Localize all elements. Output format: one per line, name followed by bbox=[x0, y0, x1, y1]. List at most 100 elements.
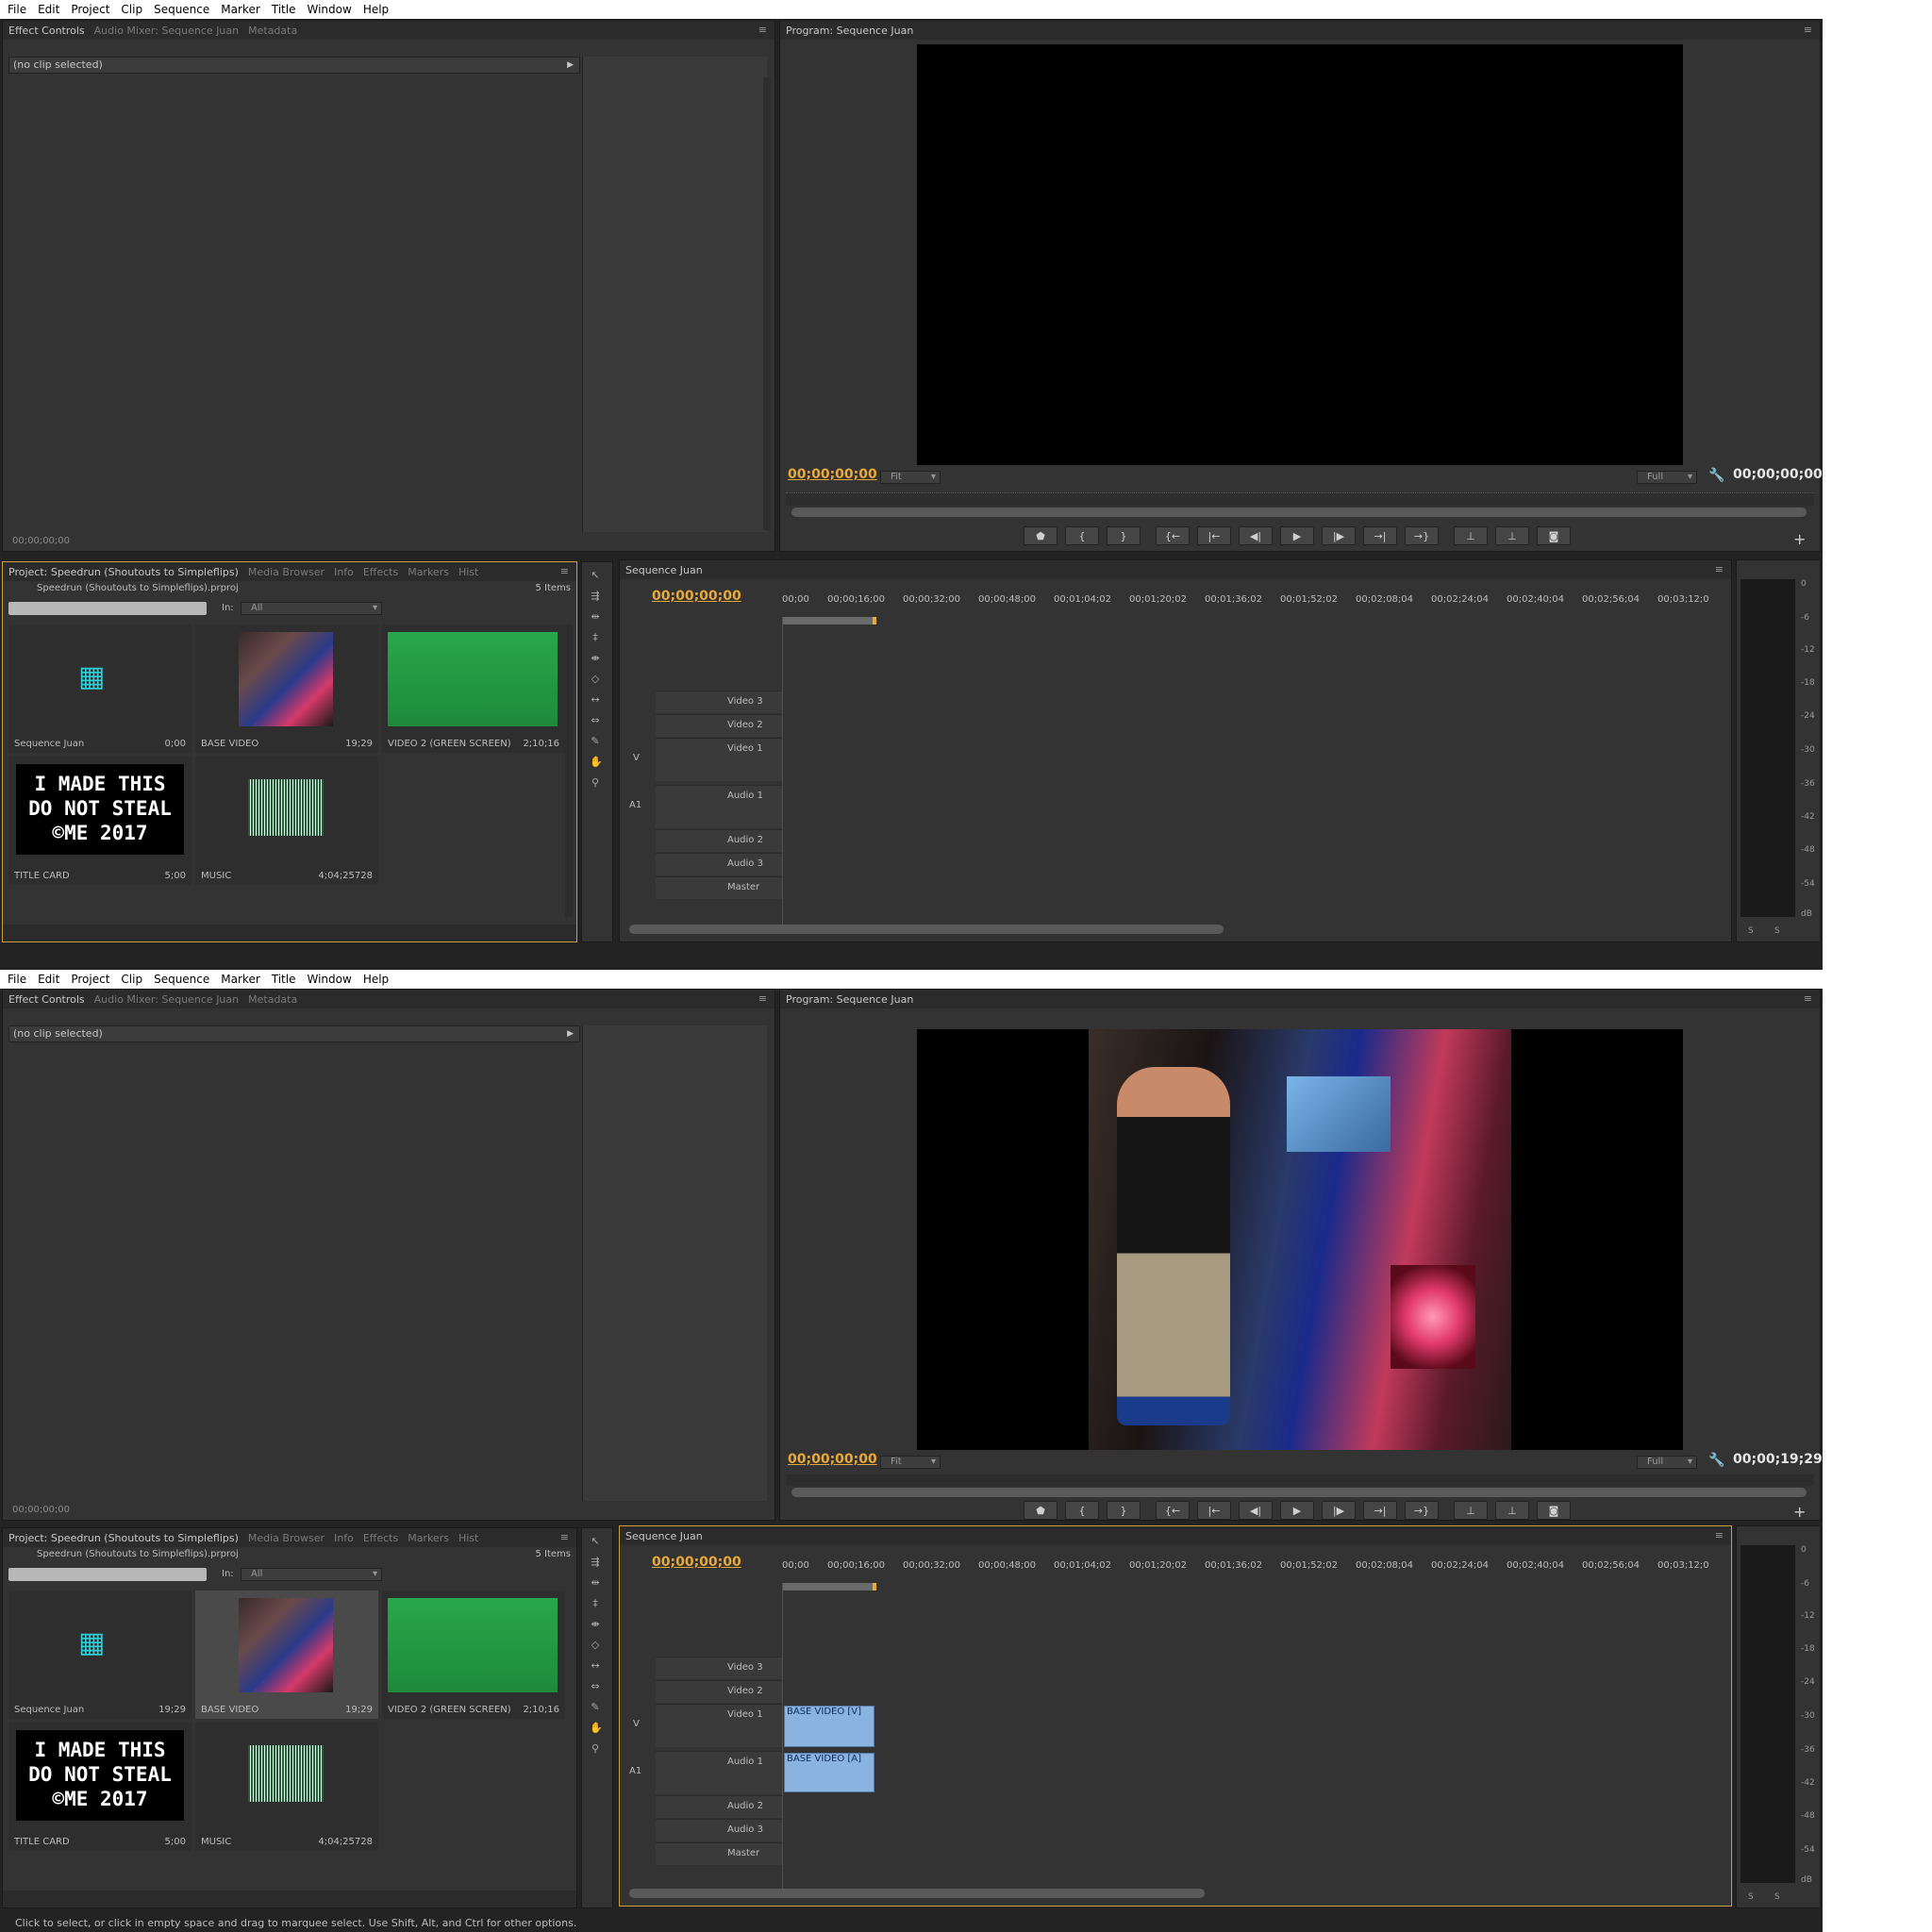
lift-button[interactable]: ⊥ bbox=[1454, 1501, 1488, 1520]
project-scrollbar[interactable] bbox=[565, 625, 573, 917]
mark-out-button[interactable]: } bbox=[1107, 1501, 1141, 1520]
go-to-out-button[interactable]: →} bbox=[1405, 1501, 1439, 1520]
timeline-h-scrollbar[interactable] bbox=[629, 1889, 1205, 1898]
project-item-music[interactable]: MUSIC 4;04;25728 bbox=[195, 757, 378, 885]
panel-menu-icon[interactable]: ≡ bbox=[758, 992, 767, 1005]
menu-file[interactable]: File bbox=[8, 973, 26, 986]
slip-tool-icon[interactable]: ↔ bbox=[590, 1660, 601, 1672]
tab-sequence[interactable]: Sequence Juan bbox=[625, 1530, 703, 1542]
wrench-icon[interactable]: 🔧 bbox=[1708, 468, 1724, 483]
clip-base-video-a[interactable]: BASE VIDEO [A] bbox=[784, 1753, 874, 1792]
step-back-button[interactable]: ◀| bbox=[1239, 526, 1273, 545]
panel-menu-icon[interactable]: ≡ bbox=[560, 1531, 569, 1543]
project-item-title-card[interactable]: I MADE THIS DO NOT STEAL ©ME 2017 TITLE … bbox=[8, 1723, 192, 1851]
program-zoom-bar[interactable] bbox=[791, 508, 1807, 517]
time-ruler[interactable]: 00;00 00;00;16;00 00;00;32;00 00;00;48;0… bbox=[780, 1560, 1724, 1598]
play-button[interactable]: ▶ bbox=[1280, 1501, 1314, 1520]
tab-markers[interactable]: Markers bbox=[408, 1532, 449, 1544]
tab-program[interactable]: Program: Sequence Juan bbox=[786, 993, 913, 1006]
lift-button[interactable]: ⊥ bbox=[1454, 526, 1488, 545]
rate-stretch-tool-icon[interactable]: ⇼ bbox=[590, 653, 601, 664]
menu-marker[interactable]: Marker bbox=[221, 3, 259, 16]
mark-in-button[interactable]: { bbox=[1065, 526, 1099, 545]
menu-title[interactable]: Title bbox=[272, 973, 296, 986]
program-in-timecode[interactable]: 00;00;00;00 bbox=[788, 1452, 877, 1467]
menu-edit[interactable]: Edit bbox=[38, 3, 59, 16]
project-item-base-video[interactable]: BASE VIDEO 19;29 bbox=[195, 1591, 378, 1719]
solo-button[interactable]: S bbox=[1748, 1892, 1754, 1902]
menu-window[interactable]: Window bbox=[307, 3, 351, 16]
source-v-label[interactable]: V bbox=[633, 1719, 640, 1729]
tab-effect-controls[interactable]: Effect Controls bbox=[8, 993, 85, 1006]
step-forward-button[interactable]: |▶ bbox=[1322, 526, 1356, 545]
rolling-edit-tool-icon[interactable]: ‡ bbox=[590, 1598, 601, 1609]
zoom-tool-icon[interactable]: ⚲ bbox=[590, 777, 601, 789]
project-item-sequence[interactable]: ▦ Sequence Juan 0;00 bbox=[8, 625, 192, 753]
play-button[interactable]: ▶ bbox=[1280, 526, 1314, 545]
hand-tool-icon[interactable]: ✋ bbox=[590, 757, 603, 768]
track-select-tool-icon[interactable]: ⇶ bbox=[590, 1557, 601, 1568]
tab-audio-mixer[interactable]: Audio Mixer: Sequence Juan bbox=[94, 993, 239, 1006]
menu-window[interactable]: Window bbox=[307, 973, 351, 986]
mark-out-button[interactable]: } bbox=[1107, 526, 1141, 545]
program-in-timecode[interactable]: 00;00;00;00 bbox=[788, 467, 877, 482]
slide-tool-icon[interactable]: ⇔ bbox=[590, 715, 601, 726]
menu-marker[interactable]: Marker bbox=[221, 973, 259, 986]
source-a1-label[interactable]: A1 bbox=[629, 800, 641, 810]
project-item-music[interactable]: MUSIC 4;04;25728 bbox=[195, 1723, 378, 1851]
panel-menu-icon[interactable]: ≡ bbox=[1804, 24, 1812, 36]
effect-scrollbar[interactable] bbox=[763, 77, 771, 530]
slide-tool-icon[interactable]: ⇔ bbox=[590, 1681, 601, 1692]
clip-base-video-v[interactable]: BASE VIDEO [V] bbox=[784, 1706, 874, 1747]
step-forward-edit-button[interactable]: →| bbox=[1363, 526, 1397, 545]
project-item-title-card[interactable]: I MADE THIS DO NOT STEAL ©ME 2017 TITLE … bbox=[8, 757, 192, 885]
extract-button[interactable]: ⊥ bbox=[1495, 526, 1529, 545]
menu-project[interactable]: Project bbox=[71, 3, 109, 16]
tab-effects[interactable]: Effects bbox=[363, 566, 398, 578]
project-item-green-screen[interactable]: VIDEO 2 (GREEN SCREEN) 2;10;16 bbox=[382, 1591, 565, 1719]
tab-history[interactable]: Hist bbox=[458, 566, 478, 578]
timeline-timecode[interactable]: 00;00;00;00 bbox=[652, 1555, 741, 1570]
timeline-h-scrollbar[interactable] bbox=[629, 924, 1224, 934]
step-forward-edit-button[interactable]: →| bbox=[1363, 1501, 1397, 1520]
menu-project[interactable]: Project bbox=[71, 973, 109, 986]
hand-tool-icon[interactable]: ✋ bbox=[590, 1723, 603, 1734]
tab-info[interactable]: Info bbox=[334, 566, 354, 578]
tab-media-browser[interactable]: Media Browser bbox=[248, 566, 325, 578]
menu-title[interactable]: Title bbox=[272, 3, 296, 16]
play-icon[interactable]: ▶ bbox=[567, 1026, 574, 1041]
rolling-edit-tool-icon[interactable]: ‡ bbox=[590, 632, 601, 643]
source-a1-label[interactable]: A1 bbox=[629, 1766, 641, 1776]
tab-program[interactable]: Program: Sequence Juan bbox=[786, 25, 913, 37]
play-icon[interactable]: ▶ bbox=[567, 58, 574, 73]
menu-help[interactable]: Help bbox=[363, 973, 389, 986]
selection-tool-icon[interactable]: ↖ bbox=[590, 570, 601, 581]
menu-sequence[interactable]: Sequence bbox=[154, 3, 209, 16]
wrench-icon[interactable]: 🔧 bbox=[1708, 1453, 1724, 1468]
track-select-tool-icon[interactable]: ⇶ bbox=[590, 591, 601, 602]
rate-stretch-tool-icon[interactable]: ⇼ bbox=[590, 1619, 601, 1630]
tab-media-browser[interactable]: Media Browser bbox=[248, 1532, 325, 1544]
in-dropdown[interactable]: All bbox=[241, 602, 382, 615]
project-search-input[interactable] bbox=[8, 1568, 207, 1581]
solo-button[interactable]: S bbox=[1774, 926, 1780, 936]
work-area-bar[interactable] bbox=[782, 617, 876, 625]
marker-button[interactable]: ⬟ bbox=[1024, 526, 1058, 545]
razor-tool-icon[interactable]: ◇ bbox=[590, 1640, 601, 1651]
tab-sequence[interactable]: Sequence Juan bbox=[625, 564, 703, 576]
tab-info[interactable]: Info bbox=[334, 1532, 354, 1544]
program-time-ruler[interactable] bbox=[786, 492, 1814, 506]
project-item-base-video[interactable]: BASE VIDEO 19;29 bbox=[195, 625, 378, 753]
time-ruler[interactable]: 00;00 00;00;16;00 00;00;32;00 00;00;48;0… bbox=[780, 594, 1724, 632]
project-item-sequence[interactable]: ▦ Sequence Juan 19;29 bbox=[8, 1591, 192, 1719]
ripple-edit-tool-icon[interactable]: ⇹ bbox=[590, 611, 601, 623]
tab-metadata[interactable]: Metadata bbox=[248, 993, 297, 1006]
panel-menu-icon[interactable]: ≡ bbox=[758, 24, 767, 36]
export-frame-button[interactable]: ◙ bbox=[1537, 526, 1571, 545]
tab-audio-mixer[interactable]: Audio Mixer: Sequence Juan bbox=[94, 25, 239, 37]
solo-button[interactable]: S bbox=[1774, 1892, 1780, 1902]
zoom-tool-icon[interactable]: ⚲ bbox=[590, 1743, 601, 1755]
panel-menu-icon[interactable]: ≡ bbox=[1715, 1529, 1724, 1541]
step-back-edit-button[interactable]: |← bbox=[1197, 526, 1231, 545]
extract-button[interactable]: ⊥ bbox=[1495, 1501, 1529, 1520]
